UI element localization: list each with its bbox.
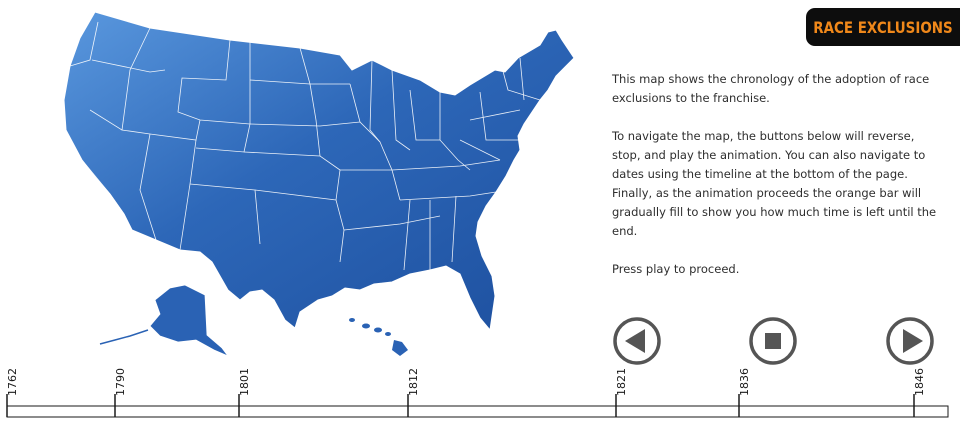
timeline-label-1846[interactable]: 1846 xyxy=(913,368,926,396)
stop-icon xyxy=(749,317,797,365)
timeline-label-1836[interactable]: 1836 xyxy=(738,368,751,396)
title-badge: RACE EXCLUSIONS xyxy=(806,8,960,46)
description-intro: This map shows the chronology of the ado… xyxy=(612,72,930,105)
timeline-label-1790[interactable]: 1790 xyxy=(114,368,127,396)
stop-button[interactable] xyxy=(748,316,798,366)
description-prompt: Press play to proceed. xyxy=(612,262,740,276)
timeline[interactable] xyxy=(0,365,961,424)
aleutian-islands xyxy=(99,329,149,345)
us-map xyxy=(63,11,575,357)
timeline-track[interactable] xyxy=(6,405,949,418)
description-navigation: To navigate the map, the buttons below w… xyxy=(612,129,937,238)
timeline-label-1821[interactable]: 1821 xyxy=(615,368,628,396)
timeline-label-1812[interactable]: 1812 xyxy=(407,368,420,396)
hawaii-shape xyxy=(349,318,408,356)
contiguous-us-shape xyxy=(63,11,575,332)
timeline-label-1801[interactable]: 1801 xyxy=(238,368,251,396)
page-title: RACE EXCLUSIONS xyxy=(813,17,953,37)
reverse-button[interactable] xyxy=(612,316,662,366)
play-button[interactable] xyxy=(885,316,935,366)
reverse-icon xyxy=(613,317,661,365)
play-icon xyxy=(886,317,934,365)
alaska-shape xyxy=(149,284,230,357)
description-panel: This map shows the chronology of the ado… xyxy=(612,70,942,279)
timeline-label-1762[interactable]: 1762 xyxy=(6,368,19,396)
